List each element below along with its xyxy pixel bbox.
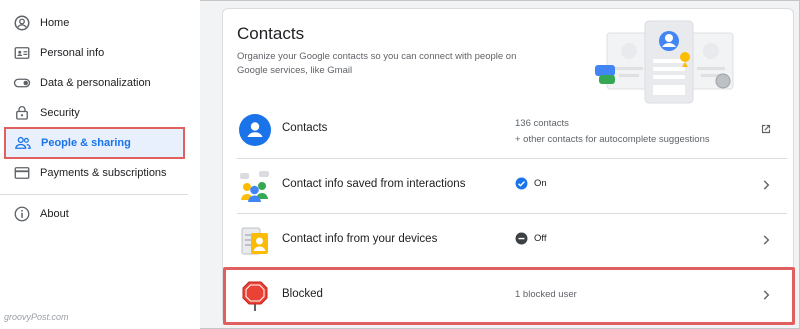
home-icon bbox=[13, 14, 31, 32]
contacts-card: Contacts Organize your Google contacts s… bbox=[222, 8, 795, 325]
toggle-icon bbox=[13, 74, 31, 92]
contacts-count: 136 contacts bbox=[515, 118, 569, 129]
status-text: On bbox=[534, 178, 547, 189]
sidebar-item-label: Data & personalization bbox=[40, 77, 151, 89]
page-title: Contacts bbox=[237, 24, 305, 43]
sidebar-item-home[interactable]: Home bbox=[0, 8, 190, 38]
sidebar-item-data-personalization[interactable]: Data & personalization bbox=[0, 68, 190, 98]
blocked-row[interactable]: Blocked 1 blocked user bbox=[237, 269, 787, 323]
sidebar-item-about[interactable]: About bbox=[0, 199, 190, 229]
page-description: Organize your Google contacts so you can… bbox=[237, 51, 517, 76]
chevron-right-icon[interactable] bbox=[759, 178, 773, 192]
sidebar: Home Personal info Data & personalizatio… bbox=[0, 0, 200, 329]
watermark: groovyPost.com bbox=[4, 312, 69, 322]
row-title: Blocked bbox=[282, 288, 323, 300]
sidebar-item-payments[interactable]: Payments & subscriptions bbox=[0, 158, 190, 188]
devices-row[interactable]: Contact info from your devices Off bbox=[237, 214, 787, 268]
sidebar-item-label: Payments & subscriptions bbox=[40, 167, 167, 179]
interactions-people-icon bbox=[240, 171, 269, 202]
sidebar-item-security[interactable]: Security bbox=[0, 98, 190, 128]
id-card-icon bbox=[13, 44, 31, 62]
contacts-subtext: + other contacts for autocomplete sugges… bbox=[515, 134, 710, 145]
sidebar-divider bbox=[0, 194, 188, 195]
credit-card-icon bbox=[13, 164, 31, 182]
row-title: Contact info from your devices bbox=[282, 233, 438, 245]
sidebar-item-label: Security bbox=[40, 107, 80, 119]
row-title: Contacts bbox=[282, 122, 328, 134]
contacts-person-icon bbox=[239, 114, 271, 146]
chevron-right-icon[interactable] bbox=[759, 233, 773, 247]
contacts-illustration bbox=[595, 20, 734, 104]
contacts-row[interactable]: Contacts 136 contacts + other contacts f… bbox=[237, 103, 787, 157]
lock-icon bbox=[13, 104, 31, 122]
sidebar-item-personal-info[interactable]: Personal info bbox=[0, 38, 190, 68]
chevron-right-icon[interactable] bbox=[759, 288, 773, 302]
devices-contact-card-icon bbox=[241, 227, 268, 255]
status-off: Off bbox=[515, 232, 547, 245]
sidebar-item-label: People & sharing bbox=[41, 137, 131, 149]
open-in-new-icon[interactable] bbox=[759, 122, 773, 136]
sidebar-item-label: Home bbox=[40, 17, 70, 29]
sidebar-item-label: About bbox=[40, 208, 69, 220]
info-icon bbox=[13, 205, 31, 223]
people-icon bbox=[14, 134, 32, 152]
sidebar-item-people-sharing[interactable]: People & sharing bbox=[4, 127, 185, 159]
minus-circle-icon bbox=[515, 232, 528, 245]
interactions-row[interactable]: Contact info saved from interactions On bbox=[237, 159, 787, 213]
blocked-count: 1 blocked user bbox=[515, 289, 577, 300]
row-title: Contact info saved from interactions bbox=[282, 178, 466, 190]
stop-sign-icon bbox=[242, 281, 268, 311]
status-on: On bbox=[515, 177, 547, 190]
check-circle-icon bbox=[515, 177, 528, 190]
status-text: Off bbox=[534, 233, 547, 244]
sidebar-item-label: Personal info bbox=[40, 47, 105, 59]
